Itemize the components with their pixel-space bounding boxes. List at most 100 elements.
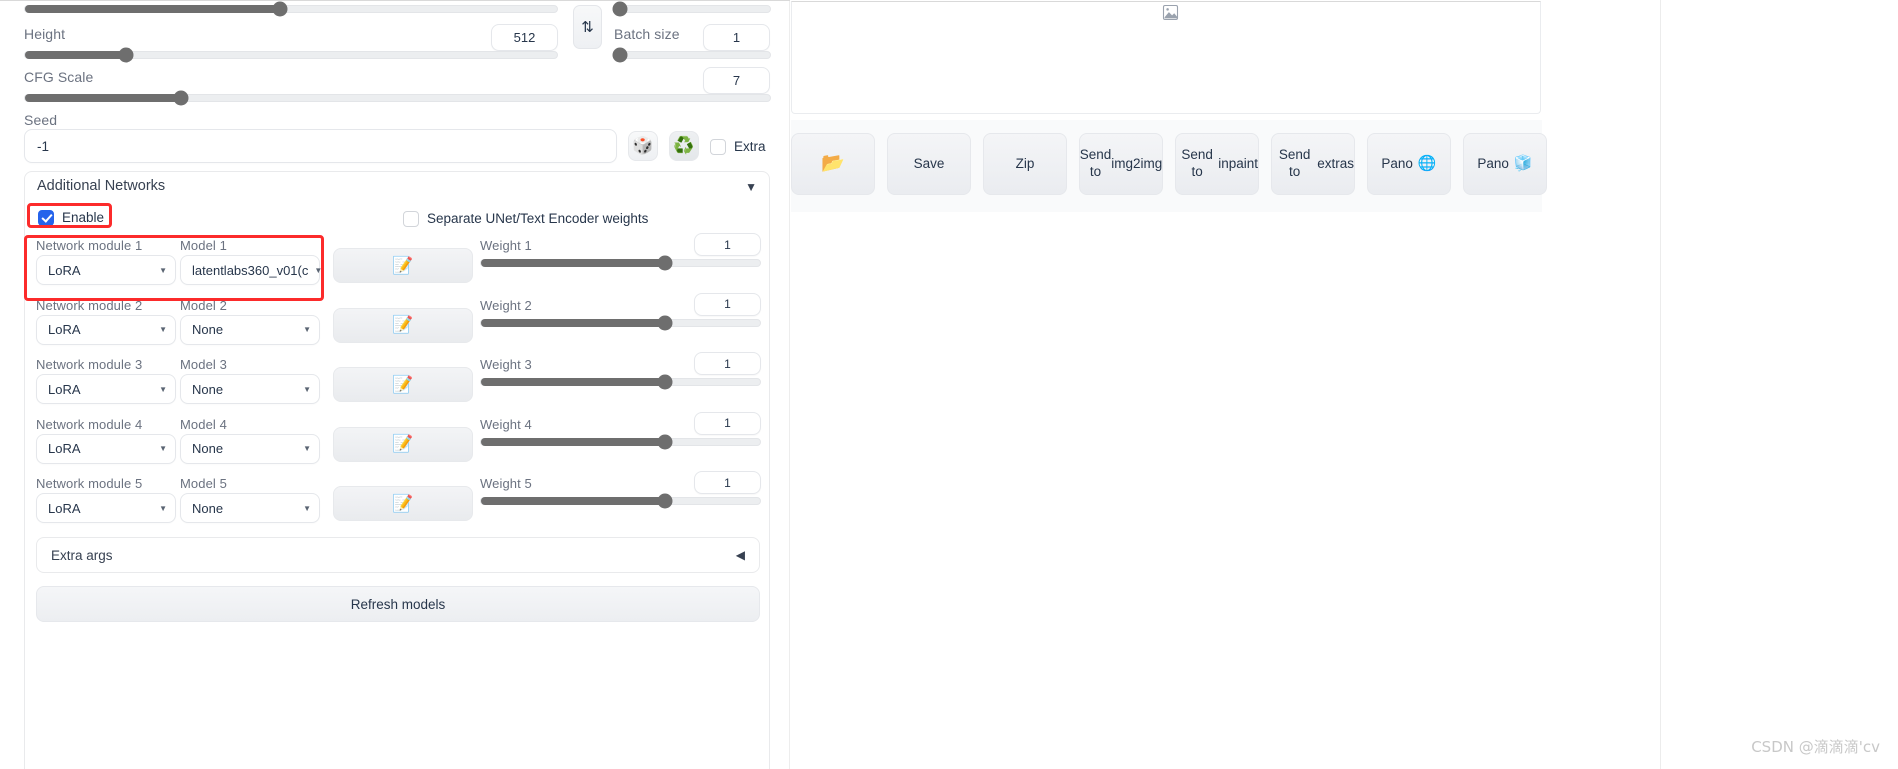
dice-icon: 🎲 <box>632 136 654 155</box>
weight-4-value[interactable]: 1 <box>694 411 761 435</box>
network-module-3-select-value: LoRA <box>48 381 81 397</box>
cfg-scale-slider-fill <box>25 94 182 102</box>
swap-vertical-icon: ⇅ <box>581 19 594 36</box>
pano-cube-button[interactable]: Pano 🧊 <box>1463 133 1547 195</box>
weight-5-slider[interactable] <box>480 493 761 509</box>
separate-weights-checkbox-row[interactable]: Separate UNet/Text Encoder weights <box>403 210 648 228</box>
zip-button[interactable]: Zip <box>983 133 1067 195</box>
weight-1-slider-knob[interactable] <box>657 255 673 271</box>
enable-checkbox-row[interactable]: Enable <box>38 209 104 227</box>
cfg-scale-slider-knob[interactable] <box>173 90 189 106</box>
model-3-select[interactable]: None ▼ <box>180 374 320 404</box>
weight-3-value[interactable]: 1 <box>694 352 761 375</box>
cfg-scale-slider[interactable] <box>24 90 771 106</box>
chevron-down-icon[interactable]: ▼ <box>159 385 167 394</box>
model-3-label: Model 3 <box>180 357 227 372</box>
send-to-inpaint-button-label-line2: inpaint <box>1218 155 1258 171</box>
weight-3-slider-knob[interactable] <box>657 374 673 390</box>
pano-globe-button-label: Pano <box>1381 155 1413 171</box>
model-3-metadata-button[interactable]: 📝 <box>333 367 473 402</box>
note-edit-icon: 📝 <box>392 434 414 453</box>
app-root: ⇅ Height 512 Batch size 1 CFG Scale 7 Se… <box>0 0 1898 769</box>
seed-input[interactable]: -1 <box>24 129 617 163</box>
network-module-1-select-value: LoRA <box>48 262 81 278</box>
send-to-extras-button[interactable]: Send to extras <box>1271 133 1355 195</box>
model-5-metadata-button[interactable]: 📝 <box>333 486 473 521</box>
enable-checkbox[interactable] <box>38 209 54 226</box>
batch-size-slider-knob[interactable] <box>612 47 628 63</box>
weight-4-slider[interactable] <box>480 434 761 449</box>
output-gallery[interactable] <box>791 1 1541 114</box>
extra-args-label: Extra args <box>51 547 113 563</box>
batch-size-label: Batch size <box>614 26 680 42</box>
chevron-down-icon[interactable]: ▼ <box>745 180 757 194</box>
send-to-img2img-button[interactable]: Send to img2img <box>1079 133 1163 195</box>
save-button[interactable]: Save <box>887 133 971 195</box>
weight-3-slider-fill <box>481 378 666 386</box>
reuse-seed-button[interactable]: ♻️ <box>669 131 699 161</box>
network-module-1-select[interactable]: LoRA ▼ <box>36 255 176 285</box>
swap-dimensions-button[interactable]: ⇅ <box>573 5 602 49</box>
model-1-select[interactable]: latentlabs360_v01(c ▼ <box>180 255 322 285</box>
weight-5-value[interactable]: 1 <box>694 471 761 494</box>
note-edit-icon: 📝 <box>392 315 414 334</box>
weight-5-slider-knob[interactable] <box>657 493 673 509</box>
chevron-down-icon[interactable]: ▼ <box>303 385 311 394</box>
batch-count-slider-knob[interactable] <box>612 1 628 17</box>
network-module-2-select[interactable]: LoRA ▼ <box>36 314 176 345</box>
model-1-metadata-button[interactable]: 📝 <box>333 248 473 283</box>
weight-1-slider[interactable] <box>480 255 761 271</box>
cfg-scale-label: CFG Scale <box>24 69 94 85</box>
chevron-down-icon[interactable]: ▼ <box>303 325 311 334</box>
model-5-select[interactable]: None ▼ <box>180 493 320 523</box>
send-to-inpaint-button-label-line1: Send to <box>1181 147 1213 179</box>
extra-checkbox[interactable] <box>710 138 726 155</box>
extra-args-accordion[interactable]: Extra args ◀ <box>36 537 760 573</box>
weight-4-label: Weight 4 <box>480 416 532 432</box>
network-module-4-select[interactable]: LoRA ▼ <box>36 433 176 464</box>
chevron-down-icon[interactable]: ▼ <box>159 325 167 334</box>
height-value[interactable]: 512 <box>491 24 558 51</box>
cube-icon: 🧊 <box>1513 154 1533 172</box>
model-2-metadata-button[interactable]: 📝 <box>333 307 473 343</box>
weight-4-slider-knob[interactable] <box>657 434 673 449</box>
chevron-down-icon[interactable]: ▼ <box>159 266 167 275</box>
width-slider[interactable] <box>24 1 558 17</box>
chevron-down-icon[interactable]: ▼ <box>303 444 311 453</box>
chevron-left-icon[interactable]: ◀ <box>736 548 745 562</box>
weight-2-slider[interactable] <box>480 315 761 330</box>
network-module-5-select[interactable]: LoRA ▼ <box>36 493 176 523</box>
network-module-5-label: Network module 5 <box>36 476 143 491</box>
weight-1-value[interactable]: 1 <box>694 233 761 256</box>
chevron-down-icon[interactable]: ▼ <box>159 504 167 513</box>
additional-networks-title: Additional Networks <box>37 178 166 194</box>
send-to-inpaint-button[interactable]: Send to inpaint <box>1175 133 1259 195</box>
network-module-3-select[interactable]: LoRA ▼ <box>36 374 176 404</box>
weight-2-value[interactable]: 1 <box>694 292 761 316</box>
chevron-down-icon[interactable]: ▼ <box>159 444 167 453</box>
chevron-down-icon[interactable]: ▼ <box>314 266 322 275</box>
extra-checkbox-row[interactable]: Extra <box>710 138 766 156</box>
cfg-scale-value[interactable]: 7 <box>703 67 770 94</box>
weight-2-slider-knob[interactable] <box>657 315 673 330</box>
batch-count-slider[interactable] <box>612 1 771 17</box>
model-4-metadata-button[interactable]: 📝 <box>333 426 473 462</box>
refresh-models-button[interactable]: Refresh models <box>36 586 760 622</box>
network-module-2-label: Network module 2 <box>36 297 143 313</box>
batch-size-value[interactable]: 1 <box>703 24 770 51</box>
model-1-label: Model 1 <box>180 238 227 253</box>
extra-checkbox-label: Extra <box>734 139 766 155</box>
pano-globe-button[interactable]: Pano 🌐 <box>1367 133 1451 195</box>
random-seed-button[interactable]: 🎲 <box>628 131 658 161</box>
chevron-down-icon[interactable]: ▼ <box>303 504 311 513</box>
model-4-select[interactable]: None ▼ <box>180 433 320 464</box>
height-slider[interactable] <box>24 47 558 63</box>
weight-3-slider[interactable] <box>480 374 761 390</box>
batch-size-slider[interactable] <box>612 47 771 63</box>
open-folder-button[interactable]: 📂 <box>791 133 875 195</box>
width-slider-knob[interactable] <box>272 1 288 17</box>
model-2-select[interactable]: None ▼ <box>180 314 320 345</box>
height-slider-knob[interactable] <box>118 47 134 63</box>
note-edit-icon: 📝 <box>392 255 414 275</box>
separate-weights-checkbox[interactable] <box>403 210 419 227</box>
